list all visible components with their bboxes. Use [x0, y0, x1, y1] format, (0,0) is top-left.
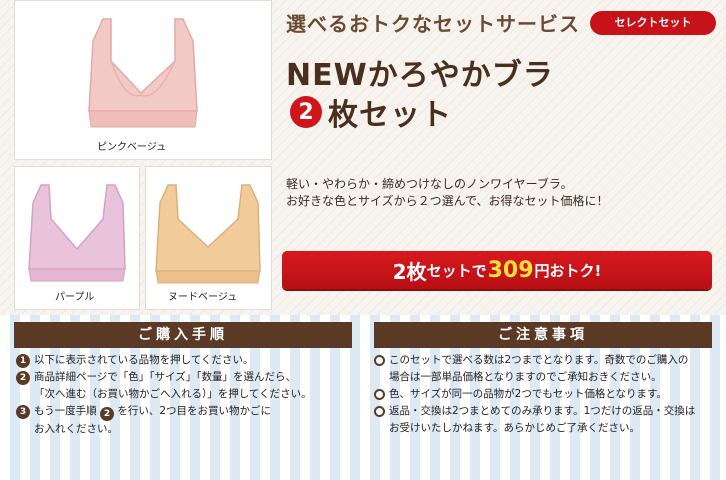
description-line: お好きな色とサイズから２つ選んで、お得なセット価格に！ — [286, 194, 609, 208]
step-text: 以下に表示されている品物を押してください。 — [34, 354, 254, 366]
purchase-step: 2 商品詳細ページで「色」「サイズ」「数量」を選んだら、 「次へ進む（お買い物か… — [16, 369, 356, 403]
note-item: 返品・交換は2つまとめてのみ承ります。1つだけの返品・交換は お受けいたしかねま… — [374, 403, 719, 437]
step-text-pre: もう一度手順 — [34, 405, 97, 417]
step-text: お入れください。 — [34, 423, 118, 435]
step-number: 2 — [16, 370, 30, 385]
select-set-badge: セレクトセット — [590, 11, 716, 35]
step-text: もう一度手順 2 を行い、2つ目をお買い物かごに — [34, 403, 271, 421]
circle-bullet-icon — [374, 389, 385, 400]
description-line: 軽い・やわらか・締めつけなしのノンワイヤーブラ。 — [286, 177, 573, 191]
offer-suffix: 円おトク! — [534, 261, 602, 280]
discount-banner: 2枚 セットで 309 円おトク! — [282, 251, 712, 289]
circle-bullet-icon — [374, 355, 385, 366]
purchase-steps-list: 1 以下に表示されている品物を押してください。 2 商品詳細ページで「色」「サイ… — [16, 352, 356, 438]
offer-text: セットで — [426, 261, 487, 280]
purchase-steps-heading: ご購入手順 — [14, 322, 352, 348]
service-title: 選べるおトクなセットサービス — [286, 12, 580, 36]
product-image-nude-beige[interactable]: ヌードベージュ — [145, 166, 272, 310]
step-number: 3 — [16, 404, 30, 419]
note-item: 色、サイズが同一の品物が2つでもセット価格となります。 — [374, 386, 719, 403]
circle-bullet-icon — [374, 406, 385, 417]
set-count-title: 2 枚セット — [290, 92, 452, 133]
note-text: 返品・交換は2つまとめてのみ承ります。1つだけの返品・交換は — [389, 405, 696, 417]
step-text: 商品詳細ページで「色」「サイズ」「数量」を選んだら、 — [34, 371, 296, 383]
purchase-step: 3 もう一度手順 2 を行い、2つ目をお買い物かごに お入れください。 — [16, 403, 356, 438]
purchase-step: 1 以下に表示されている品物を押してください。 — [16, 352, 356, 369]
note-text: お受けいたしかねます。あらかじめご了承ください。 — [389, 422, 640, 434]
note-item: このセットで選べる数は2つまでとなります。奇数でのご購入の 場合は一部単品価格と… — [374, 352, 719, 386]
offer-count: 2枚 — [392, 259, 427, 284]
product-image-purple[interactable]: パープル — [14, 166, 140, 310]
product-caption: パープル — [55, 292, 95, 303]
offer-price: 309 — [487, 257, 534, 283]
step-number: 1 — [16, 353, 30, 368]
product-description: 軽い・やわらか・締めつけなしのノンワイヤーブラ。 お好きな色とサイズから２つ選ん… — [286, 176, 706, 210]
set-count-label: 枚セット — [328, 98, 452, 133]
step-text-post: を行い、2つ目をお買い物かごに — [117, 405, 272, 417]
bra-illustration-pink — [88, 18, 198, 128]
note-text: 色、サイズが同一の品物が2つでもセット価格となります。 — [389, 388, 667, 400]
note-text: このセットで選べる数は2つまでとなります。奇数でのご購入の — [389, 354, 689, 366]
product-image-pink-beige[interactable]: ピンクベージュ — [14, 0, 272, 160]
notes-list: このセットで選べる数は2つまでとなります。奇数でのご購入の 場合は一部単品価格と… — [374, 352, 719, 437]
step-text: 「次へ進む（お買い物かごへ入れる）」を押してください。 — [34, 388, 312, 400]
notes-heading: ご注意事項 — [374, 322, 712, 348]
note-text: 場合は一部単品価格となりますのでご承知おきください。 — [389, 371, 662, 383]
product-caption: ピンクベージュ — [97, 142, 167, 153]
step-ref-number: 2 — [100, 407, 115, 421]
product-title: NEWかろやかブラ — [286, 58, 554, 93]
product-caption: ヌードベージュ — [168, 292, 238, 303]
set-count-number: 2 — [290, 96, 322, 128]
